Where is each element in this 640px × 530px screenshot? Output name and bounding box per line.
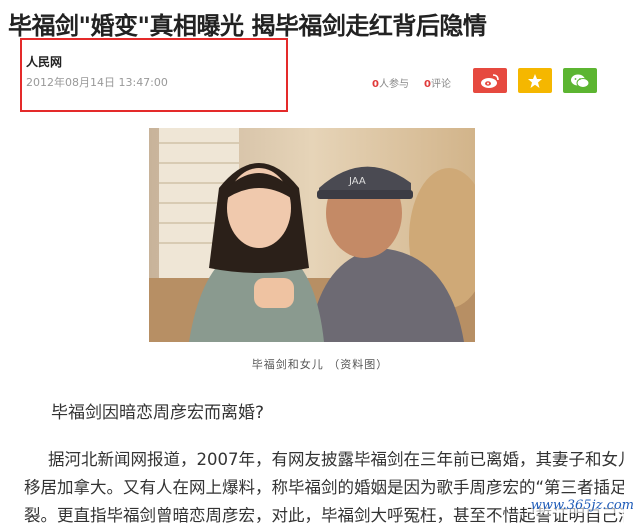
svg-text:JAA: JAA: [348, 176, 366, 187]
site-watermark: www.365jz.com: [530, 498, 634, 513]
comments-count: 0: [424, 79, 431, 90]
article-headline: 毕福剑"婚变"真相曝光 揭毕福剑走红背后隐情: [8, 6, 487, 41]
article-photo: JAA: [149, 128, 475, 342]
star-icon: [528, 73, 542, 88]
article-source[interactable]: 人民网: [26, 53, 62, 70]
article-paragraph: 据河北新闻网报道，2007年，有网友披露毕福剑在三年前已离婚，其妻子和女儿已经 …: [24, 446, 624, 530]
wechat-share-button[interactable]: [563, 68, 597, 93]
headline-quote: "婚变": [78, 12, 151, 40]
article-timestamp: 2012年08月14日 13:47:00: [26, 76, 168, 89]
weibo-icon: [481, 73, 499, 88]
participants-stat[interactable]: 0人参与: [372, 75, 409, 90]
participants-label: 人参与: [378, 79, 409, 90]
photo-father-daughter: JAA: [149, 128, 475, 342]
favorite-share-button[interactable]: [518, 68, 552, 93]
article-subheading: 毕福剑因暗恋周彦宏而离婚?: [51, 403, 265, 423]
wechat-icon: [571, 74, 590, 88]
weibo-share-button[interactable]: [473, 68, 507, 93]
comments-label: 评论: [430, 79, 451, 90]
comments-stat[interactable]: 0评论: [424, 75, 451, 90]
paragraph-line: 据河北新闻网报道，2007年，有网友披露毕福剑在三年前已离婚，其妻子和女儿已经: [48, 450, 624, 469]
photo-caption: 毕福剑和女儿 （资料图）: [251, 358, 389, 371]
headline-part1: 毕福剑: [8, 12, 79, 40]
participants-count: 0: [372, 79, 379, 90]
headline-part2: 真相曝光 揭毕福剑走红背后隐情: [149, 12, 487, 40]
